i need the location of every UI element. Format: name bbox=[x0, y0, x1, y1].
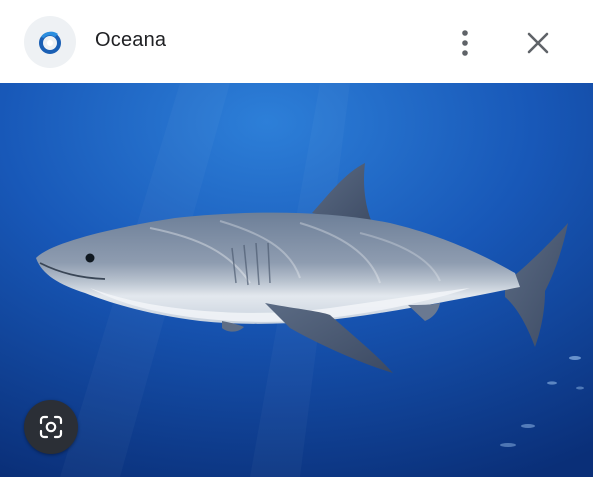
close-icon bbox=[527, 32, 549, 54]
oceana-logo-icon bbox=[39, 31, 61, 54]
site-logo[interactable] bbox=[24, 16, 76, 68]
google-lens-icon bbox=[39, 415, 63, 439]
shark-photo[interactable] bbox=[0, 83, 593, 477]
close-button[interactable] bbox=[520, 25, 556, 61]
google-lens-button[interactable] bbox=[24, 400, 78, 454]
site-name[interactable]: Oceana bbox=[95, 29, 166, 52]
shark-eye bbox=[85, 253, 95, 263]
image-viewer-header: Oceana bbox=[0, 0, 593, 83]
more-options-button[interactable] bbox=[448, 24, 482, 62]
more-vert-icon bbox=[462, 30, 468, 56]
